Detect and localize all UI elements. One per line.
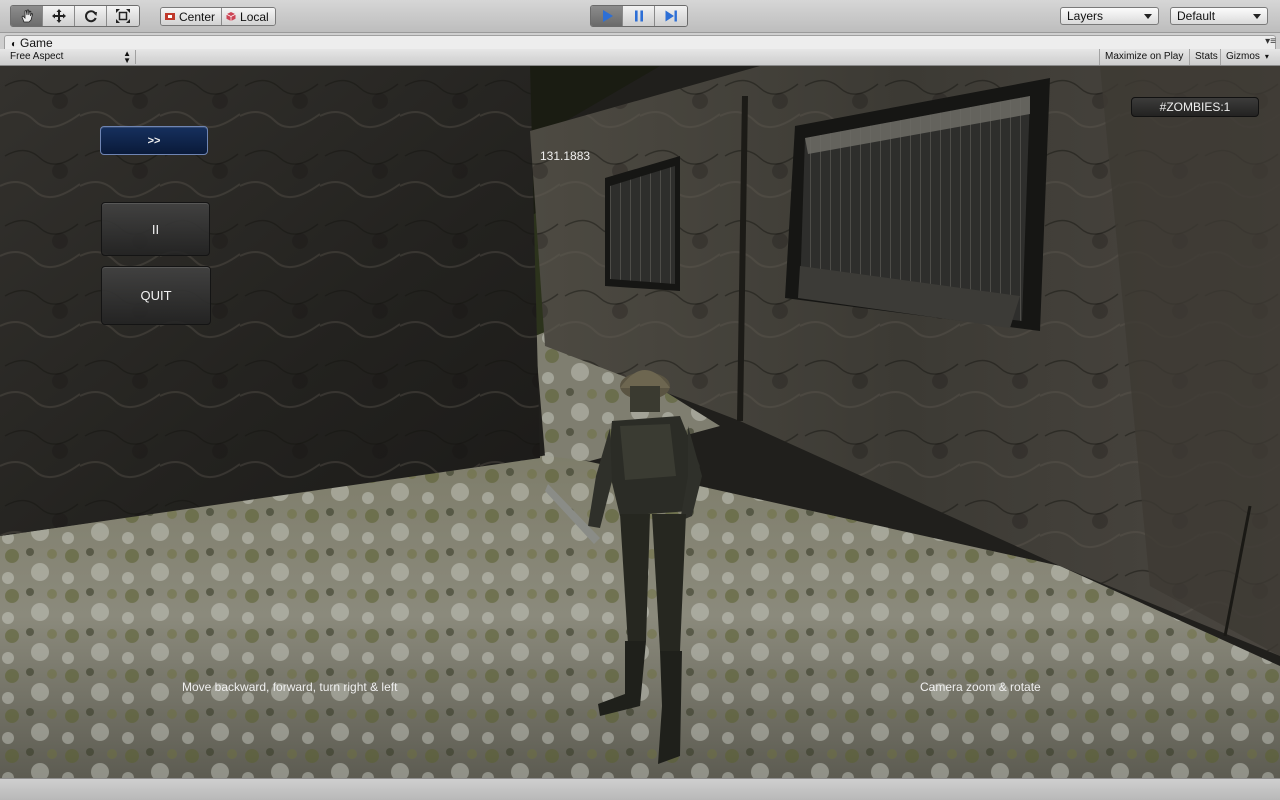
main-toolbar: Center Local Layers Default — [0, 0, 1280, 33]
game-tab-label: Game — [20, 36, 53, 50]
step-button[interactable] — [655, 6, 687, 26]
panel-tab-bar: ◐ Game ▾≡ — [0, 33, 1280, 50]
rotate-tool-button[interactable] — [75, 6, 107, 26]
pivot-center-icon — [165, 13, 175, 20]
pivot-center-label: Center — [179, 9, 216, 24]
pivot-toggle-group: Center Local — [160, 7, 276, 26]
maximize-on-play-label: Maximize on Play — [1105, 51, 1184, 62]
pivot-local-button[interactable]: Local — [222, 8, 275, 25]
game-scene — [0, 66, 1280, 778]
chevron-down-icon — [1253, 14, 1261, 19]
step-icon — [665, 10, 677, 22]
cube-icon — [226, 12, 236, 21]
quit-button-label: QUIT — [140, 288, 172, 303]
pause-button[interactable] — [623, 6, 655, 26]
camera-hint: Camera zoom & rotate — [920, 680, 1041, 694]
play-icon — [602, 10, 613, 22]
maximize-on-play-toggle[interactable]: Maximize on Play — [1099, 49, 1188, 65]
next-button-label: >> — [147, 134, 161, 147]
layers-dropdown[interactable]: Layers — [1060, 7, 1159, 25]
stats-label: Stats — [1195, 51, 1218, 62]
timer-readout: 131.1883 — [540, 149, 591, 163]
layout-dropdown[interactable]: Default — [1170, 7, 1268, 25]
move-tool-icon — [51, 9, 66, 23]
move-tool-button[interactable] — [43, 6, 75, 26]
up-down-arrow-icon: ▲ ▼ — [123, 49, 131, 65]
hand-tool-icon — [21, 9, 33, 23]
pause-game-button[interactable]: II — [101, 202, 210, 256]
zombie-counter: #ZOMBIES:1 — [1131, 97, 1259, 117]
game-view-toolbar: Free Aspect ▲ ▼ Maximize on Play Stats Gi… — [0, 49, 1280, 66]
panel-menu-icon[interactable]: ▾≡ — [1265, 36, 1276, 47]
chevron-down-icon: ▾ — [1264, 52, 1269, 61]
aspect-ratio-select[interactable]: Free Aspect ▲ ▼ — [4, 49, 136, 65]
quit-button[interactable]: QUIT — [101, 266, 211, 325]
gizmos-menu[interactable]: Gizmos ▾ — [1220, 49, 1272, 65]
chevron-down-icon — [1144, 14, 1152, 19]
scale-tool-icon — [116, 9, 130, 23]
game-viewport[interactable]: >> II QUIT 131.1883 #ZOMBIES:1 Move back… — [0, 66, 1280, 778]
next-button[interactable]: >> — [100, 126, 208, 155]
playback-controls — [590, 5, 688, 27]
play-button[interactable] — [591, 6, 623, 26]
aspect-ratio-label: Free Aspect — [10, 51, 64, 62]
hand-tool-button[interactable] — [11, 6, 43, 26]
pivot-local-label: Local — [240, 9, 269, 24]
rotate-tool-icon — [84, 10, 97, 23]
tab-game[interactable]: ◐ Game — [4, 35, 1276, 50]
pivot-center-button[interactable]: Center — [161, 8, 223, 25]
zombie-counter-label: #ZOMBIES:1 — [1159, 100, 1231, 114]
scale-tool-button[interactable] — [107, 6, 139, 26]
transform-tools — [10, 5, 140, 27]
stats-toggle[interactable]: Stats — [1189, 49, 1223, 65]
gizmos-label: Gizmos — [1226, 51, 1260, 62]
status-bar — [0, 778, 1280, 800]
pause-icon — [634, 10, 643, 22]
layout-label: Default — [1177, 9, 1216, 23]
layers-label: Layers — [1067, 9, 1104, 23]
pause-game-label: II — [151, 221, 160, 237]
movement-hint: Move backward, forward, turn right & lef… — [182, 680, 398, 694]
